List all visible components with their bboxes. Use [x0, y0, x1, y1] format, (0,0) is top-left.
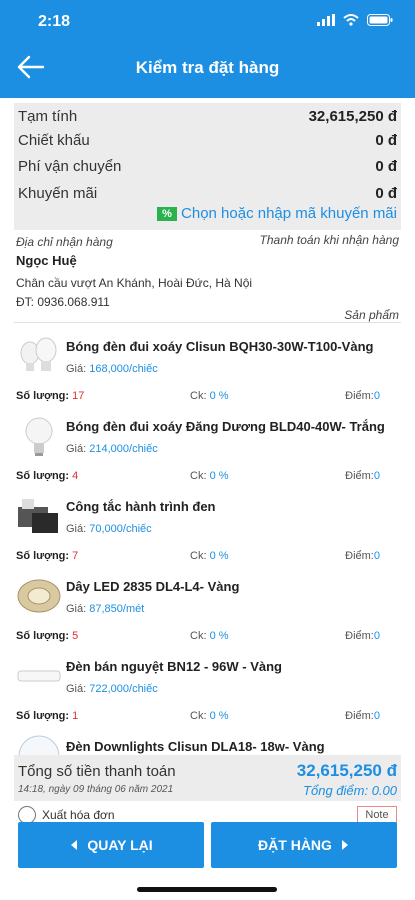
item-points: Điểm:0 [345, 470, 380, 482]
total-points: Tổng điểm: 0.00 [303, 783, 397, 798]
total-bar: Tổng số tiền thanh toán 32,615,250 đ 14:… [14, 755, 401, 801]
item-name: Bóng đèn đui xoáy Clisun BQH30-30W-T100-… [66, 339, 374, 354]
item-discount: Ck: 0 % [190, 710, 229, 722]
products-label: Sản phẩm [344, 308, 399, 322]
item-points: Điểm:0 [345, 710, 380, 722]
chevron-left-icon [71, 840, 78, 850]
summary-row-discount: Chiết khấu 0 đ [18, 129, 397, 153]
summary-value: 0 đ [375, 158, 397, 175]
item-quantity: Số lượng: 1 [16, 710, 79, 722]
total-value: 32,615,250 đ [296, 761, 397, 780]
item-discount: Ck: 0 % [190, 390, 229, 402]
summary-value: 32,615,250 đ [308, 108, 397, 125]
status-icons [317, 14, 393, 26]
summary-value: 0 đ [375, 185, 397, 202]
summary-label: Khuyến mãi [18, 185, 98, 202]
item-name: Công tắc hành trình đen [66, 499, 216, 514]
item-discount: Ck: 0 % [190, 630, 229, 642]
item-name: Bóng đèn đui xoáy Đăng Dương BLD40-40W- … [66, 419, 385, 434]
signal-icon [317, 14, 335, 26]
bulb-icon [16, 413, 62, 459]
item-quantity: Số lượng: 7 [16, 550, 79, 562]
item-price: Giá: 214,000/chiếc [66, 443, 158, 455]
summary-row-subtotal: Tạm tính 32,615,250 đ [18, 105, 397, 129]
item-name: Dây LED 2835 DL4-L4- Vàng [66, 579, 240, 594]
bulb-pair-icon [16, 333, 62, 379]
item-quantity: Số lượng: 17 [16, 390, 85, 402]
list-item[interactable]: Đèn bán nguyệt BN12 - 96W - Vàng Giá: 72… [0, 653, 415, 733]
top-bar: 2:18 Kiểm tra đặt hàng [0, 0, 415, 98]
item-price: Giá: 70,000/chiếc [66, 523, 152, 535]
list-item[interactable]: Bóng đèn đui xoáy Clisun BQH30-30W-T100-… [0, 333, 415, 413]
nav-bar: Kiểm tra đặt hàng [0, 44, 415, 94]
summary-value: 0 đ [375, 132, 397, 149]
list-item[interactable]: Bóng đèn đui xoáy Đăng Dương BLD40-40W- … [0, 413, 415, 493]
item-name: Đèn Downlights Clisun DLA18- 18w- Vàng [66, 739, 325, 754]
item-points: Điểm:0 [345, 630, 380, 642]
back-action-button[interactable]: QUAY LẠI [18, 822, 204, 868]
back-button-label: QUAY LẠI [87, 837, 153, 853]
page-title: Kiểm tra đặt hàng [135, 58, 280, 77]
customer-name: Ngọc Huệ [16, 253, 77, 268]
summary-label: Tạm tính [18, 108, 78, 125]
list-item[interactable]: Công tắc hành trình đen Giá: 70,000/chiế… [0, 493, 415, 573]
item-discount: Ck: 0 % [190, 550, 229, 562]
list-item[interactable]: Đèn Downlights Clisun DLA18- 18w- Vàng [0, 733, 415, 755]
item-points: Điểm:0 [345, 390, 380, 402]
home-indicator [137, 887, 277, 892]
promo-link-label: Chọn hoặc nhập mã khuyến mãi [181, 205, 397, 222]
total-label: Tổng số tiền thanh toán [18, 763, 176, 780]
downlight-icon [16, 733, 62, 755]
item-quantity: Số lượng: 5 [16, 630, 79, 642]
item-discount: Ck: 0 % [190, 470, 229, 482]
led-strip-icon [16, 573, 62, 619]
order-date: 14:18, ngày 09 tháng 06 năm 2021 [18, 784, 174, 795]
status-bar: 2:18 [0, 0, 415, 44]
divider [14, 322, 401, 323]
item-price: Giá: 722,000/chiếc [66, 683, 158, 695]
summary-row-shipping: Phí vận chuyển 0 đ [18, 155, 397, 179]
order-summary: Tạm tính 32,615,250 đ Chiết khấu 0 đ Phí… [14, 103, 401, 230]
customer-address: Chân cầu vượt An Khánh, Hoài Đức, Hà Nội [16, 276, 253, 290]
item-price: Giá: 87,850/mét [66, 603, 145, 615]
item-name: Đèn bán nguyệt BN12 - 96W - Vàng [66, 659, 282, 674]
invoice-label: Xuất hóa đơn [42, 808, 115, 822]
item-quantity: Số lượng: 4 [16, 470, 79, 482]
summary-label: Chiết khấu [18, 132, 90, 149]
item-price: Giá: 168,000/chiếc [66, 363, 158, 375]
payment-method-label: Thanh toán khi nhận hàng [259, 233, 399, 247]
order-button-label: ĐẶT HÀNG [258, 837, 332, 853]
item-points: Điểm:0 [345, 550, 380, 562]
tube-light-icon [16, 653, 62, 699]
summary-row-promotion: Khuyến mãi 0 đ [18, 182, 397, 206]
summary-label: Phí vận chuyển [18, 158, 122, 175]
place-order-button[interactable]: ĐẶT HÀNG [211, 822, 397, 868]
address-label: Địa chỉ nhận hàng [16, 235, 113, 249]
status-time: 2:18 [38, 13, 71, 30]
customer-phone: ĐT: 0936.068.911 [16, 295, 110, 309]
battery-icon [367, 14, 393, 26]
wifi-icon [343, 14, 359, 26]
list-item[interactable]: Dây LED 2835 DL4-L4- Vàng Giá: 87,850/mé… [0, 573, 415, 653]
chevron-right-icon [341, 840, 348, 850]
coupon-icon: % [157, 206, 178, 221]
switch-icon [16, 493, 62, 539]
promo-code-link[interactable]: % Chọn hoặc nhập mã khuyến mãi [157, 205, 397, 222]
